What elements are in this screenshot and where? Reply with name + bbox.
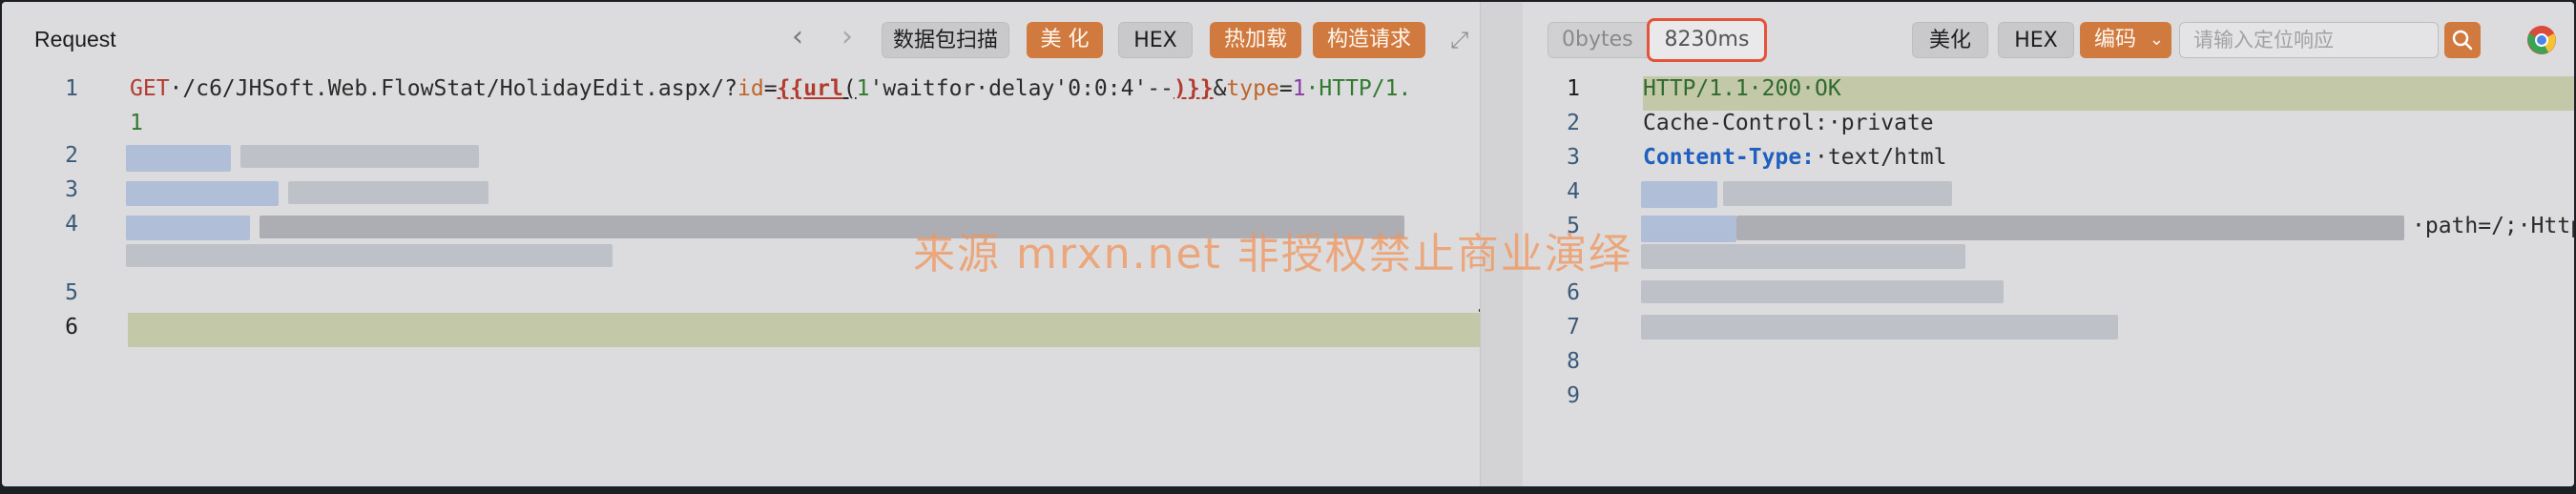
equals: = [763, 76, 778, 101]
request-toolbar: Request ‹ › 数据包扫描 美 化 HEX 热加载 构造请求 ⤢ [2, 2, 1480, 76]
search-icon [2452, 30, 2473, 51]
payload-paren: ( [842, 76, 857, 101]
redacted-text [1641, 181, 1717, 208]
response-time: 8230ms [1647, 18, 1767, 62]
request-editor[interactable]: 1 2 3 4 5 6 GET·/c6/JHSoft.Web.FlowStat/… [2, 76, 1509, 486]
line-number: 9 [1567, 383, 1580, 408]
redacted-text [288, 181, 488, 204]
line-number: 3 [65, 177, 78, 202]
line-number: 1 [1567, 76, 1580, 101]
redacted-text [126, 145, 231, 172]
response-size: 0bytes [1548, 22, 1652, 58]
response-hex-button[interactable]: HEX [1998, 22, 2074, 58]
beautify-button[interactable]: 美 化 [1027, 22, 1103, 58]
payload-num: 1 [856, 76, 870, 101]
response-toolbar: 0bytes 8230ms 美化 HEX 编码 ⌄ 请输入定位响应 [1523, 2, 2574, 76]
redacted-text [126, 244, 613, 267]
response-header-line: Cache-Control:·private [1643, 111, 1934, 135]
payload-close: )}} [1174, 76, 1214, 101]
payload-body: 'waitfor·delay'0:0:4'-- [869, 76, 1174, 101]
ampersand: & [1213, 76, 1227, 101]
response-beautify-button[interactable]: 美化 [1912, 22, 1988, 58]
header-key: Cache-Control: [1643, 111, 1828, 135]
locate-response-input[interactable]: 请输入定位响应 [2179, 22, 2439, 58]
line-number: 8 [1567, 349, 1580, 374]
current-line-highlight [128, 313, 1509, 347]
redacted-text [1641, 315, 2118, 340]
request-path: ·/c6/JHSoft.Web.FlowStat/HolidayEdit.asp… [169, 76, 737, 101]
line-number: 4 [1567, 179, 1580, 204]
param-value: 1 [1292, 76, 1306, 101]
response-status-line: HTTP/1.1·200·OK [1643, 76, 1841, 101]
header-value: ·private [1827, 111, 1934, 135]
redacted-text [240, 145, 479, 168]
response-header-line: Content-Type:·text/html [1643, 145, 1947, 170]
redacted-text [126, 216, 250, 240]
forward-arrow-icon[interactable]: › [841, 23, 853, 51]
encoding-label: 编码 [2093, 28, 2136, 51]
equals: = [1278, 76, 1293, 101]
back-arrow-icon[interactable]: ‹ [792, 23, 803, 51]
line-number: 3 [1567, 145, 1580, 170]
expand-icon[interactable]: ⤢ [1450, 27, 1468, 53]
line-number: 7 [1567, 315, 1580, 340]
response-header-tail: ·path=/;·Http [2412, 214, 2574, 238]
payload-fn: url [803, 76, 843, 101]
http-protocol: ·HTTP/1. [1305, 76, 1412, 101]
watermark: 来源 mrxn.net 非授权禁止商业演绎 [913, 230, 1632, 278]
hex-button[interactable]: HEX [1118, 22, 1193, 58]
line-number: 1 [65, 76, 78, 101]
line-number: 5 [65, 280, 78, 305]
encoding-dropdown[interactable]: 编码 ⌄ [2080, 22, 2171, 58]
response-panel: 0bytes 8230ms 美化 HEX 编码 ⌄ 请输入定位响应 1 2 3 … [1523, 2, 2574, 486]
request-line-1-wrap: 1 [130, 111, 143, 135]
request-line-1: GET·/c6/JHSoft.Web.FlowStat/HolidayEdit.… [130, 76, 1411, 101]
line-number: 2 [65, 143, 78, 168]
packet-scan-button[interactable]: 数据包扫描 [882, 22, 1009, 58]
param-name: id [737, 76, 764, 101]
construct-request-button[interactable]: 构造请求 [1313, 22, 1425, 58]
redacted-text [1723, 181, 1952, 206]
payload-open: {{ [777, 76, 804, 101]
search-button[interactable] [2444, 22, 2481, 58]
header-value: ·text/html [1815, 145, 1947, 170]
line-number: 6 [1567, 280, 1580, 305]
redacted-text [1641, 280, 2004, 303]
response-editor[interactable]: 1 2 3 4 5 6 7 8 9 HTTP/1.1·200·OK Cache-… [1523, 76, 2574, 486]
redacted-text [1641, 244, 1965, 269]
line-number: 6 [65, 315, 78, 340]
redacted-text [126, 181, 279, 206]
redacted-text [1641, 216, 1736, 242]
http-method: GET [130, 76, 170, 101]
chrome-browser-icon[interactable] [2526, 25, 2557, 55]
app-window: Request ‹ › 数据包扫描 美 化 HEX 热加载 构造请求 ⤢ 1 2… [2, 2, 2574, 486]
hot-load-button[interactable]: 热加载 [1210, 22, 1301, 58]
request-title: Request [34, 27, 116, 51]
header-key: Content-Type: [1643, 145, 1816, 170]
line-number: 2 [1567, 111, 1580, 135]
chevron-down-icon: ⌄ [2149, 30, 2164, 50]
line-number: 4 [65, 212, 78, 237]
param-name: type [1226, 76, 1279, 101]
redacted-text [1736, 216, 2404, 240]
